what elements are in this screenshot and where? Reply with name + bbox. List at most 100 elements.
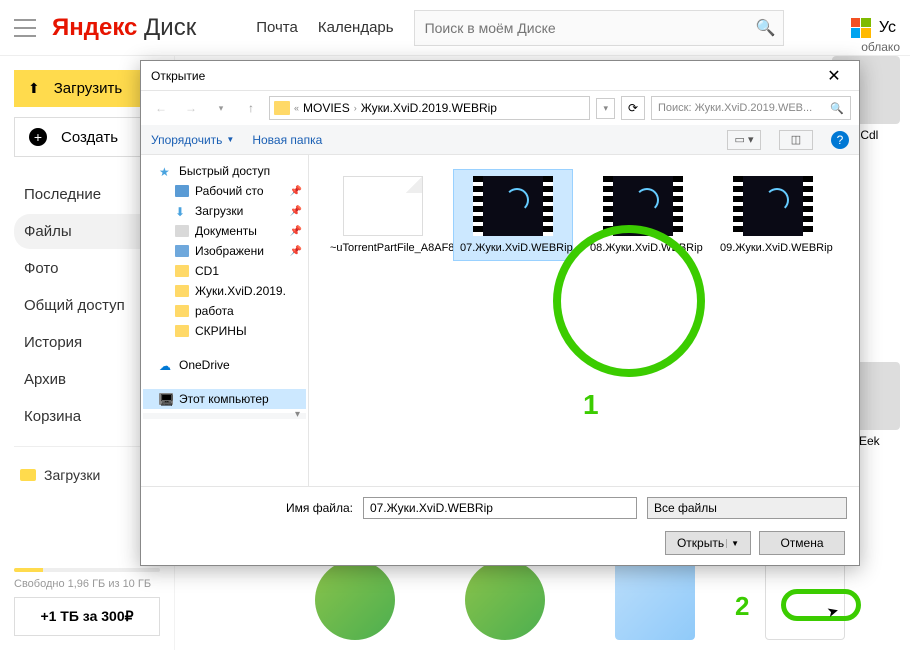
- breadcrumb-chevron-icon[interactable]: ▾: [596, 98, 615, 119]
- organize-label: Упорядочить: [151, 133, 222, 147]
- tree-label: CD1: [195, 264, 219, 278]
- nav-calendar[interactable]: Календарь: [318, 19, 394, 36]
- dialog-nav: ← → ▾ ↑ « MOVIES › Жуки.XviD.2019.WEBRip…: [141, 91, 859, 125]
- file-thumb[interactable]: [765, 560, 845, 640]
- storage-text: Свободно 1,96 ГБ из 10 ГБ: [14, 578, 160, 590]
- folder-icon: [175, 325, 189, 337]
- sidebar-item[interactable]: Последние: [14, 177, 160, 212]
- search-icon[interactable]: 🔍: [756, 18, 776, 38]
- tree-label: Жуки.XviD.2019.: [195, 284, 286, 298]
- create-label: Создать: [61, 129, 118, 146]
- tree-label: Документы: [195, 224, 257, 238]
- logo-product: Диск: [137, 14, 196, 41]
- dat-icon: [343, 176, 423, 236]
- upload-button[interactable]: ⬆ Загрузить: [14, 70, 160, 107]
- breadcrumb-item[interactable]: MOVIES: [303, 101, 350, 115]
- search-placeholder: Поиск: Жуки.XviD.2019.WEB...: [658, 102, 812, 114]
- logo[interactable]: Яндекс Диск: [52, 14, 196, 42]
- sidebar-item[interactable]: Корзина: [14, 399, 160, 434]
- file-name: 07.Жуки.XviD.WEBRip: [460, 242, 566, 254]
- nav-mail[interactable]: Почта: [256, 19, 298, 36]
- install-text: Ус: [879, 19, 896, 37]
- video-icon: [473, 176, 553, 236]
- dialog-footer: Имя файла: Открыть ▼ Отмена: [141, 486, 859, 565]
- open-button[interactable]: Открыть ▼: [665, 531, 751, 555]
- filename-input[interactable]: [363, 497, 637, 519]
- up-icon[interactable]: ↑: [239, 96, 263, 120]
- forward-icon[interactable]: →: [179, 96, 203, 120]
- dropdown-split-icon[interactable]: ▼: [726, 539, 739, 548]
- file-item[interactable]: 08.Жуки.XviD.WEBRip: [583, 169, 703, 261]
- help-icon[interactable]: ?: [831, 131, 849, 149]
- file-item[interactable]: ~uTorrentPartFile_A8AF8800.dat: [323, 169, 443, 261]
- create-button[interactable]: + Создать: [14, 117, 160, 157]
- down-icon: ⬇: [175, 205, 189, 217]
- file-open-dialog: Открытие ✕ ← → ▾ ↑ « MOVIES › Жуки.XviD.…: [140, 60, 860, 566]
- filetype-select[interactable]: [647, 497, 847, 519]
- filename-label: Имя файла:: [153, 501, 353, 515]
- file-name: 09.Жуки.XviD.WEBRip: [720, 242, 826, 254]
- tree-item[interactable]: СКРИНЫ: [143, 321, 306, 341]
- tree-item[interactable]: Документы📌: [143, 221, 306, 241]
- file-thumb[interactable]: [465, 560, 545, 640]
- sidebar-item[interactable]: Архив: [14, 362, 160, 397]
- cancel-button[interactable]: Отмена: [759, 531, 845, 555]
- folder-icon: [175, 285, 189, 297]
- tree-item[interactable]: ⬇Загрузки📌: [143, 201, 306, 221]
- file-thumb[interactable]: [615, 560, 695, 640]
- refresh-icon[interactable]: ⟳: [621, 96, 645, 120]
- annotation-number-1: 1: [583, 389, 599, 421]
- preview-pane-button[interactable]: ◫: [779, 130, 813, 150]
- tree-item[interactable]: Изображени📌: [143, 241, 306, 261]
- tree-label: СКРИНЫ: [195, 324, 247, 338]
- back-icon[interactable]: ←: [149, 96, 173, 120]
- sidebar-nav: ПоследниеФайлыФотоОбщий доступИсторияАрх…: [14, 177, 160, 434]
- pc-icon: 🖥: [159, 393, 173, 405]
- organize-button[interactable]: Упорядочить ▼: [151, 133, 234, 147]
- file-name: ~uTorrentPartFile_A8AF8800.dat: [330, 242, 436, 254]
- file-thumb[interactable]: [315, 560, 395, 640]
- progress-bar: [14, 568, 160, 572]
- file-name: 08.Жуки.XviD.WEBRip: [590, 242, 696, 254]
- hamburger-icon[interactable]: [14, 19, 36, 37]
- sidebar-folder-downloads[interactable]: Загрузки: [14, 459, 160, 491]
- tree-splitter[interactable]: [143, 413, 306, 419]
- view-mode-button[interactable]: ▭ ▾: [727, 130, 761, 150]
- desktop-icon: [175, 185, 189, 197]
- sidebar-item[interactable]: Файлы: [14, 214, 160, 249]
- chevron-icon: «: [294, 103, 299, 113]
- sidebar-item[interactable]: Фото: [14, 251, 160, 286]
- dialog-title: Открытие: [151, 69, 205, 83]
- folder-icon: [274, 101, 290, 115]
- tree-item[interactable]: 🖥Этот компьютер: [143, 389, 306, 409]
- pic-icon: [175, 245, 189, 257]
- new-folder-button[interactable]: Новая папка: [252, 133, 322, 147]
- tree-label: Загрузки: [195, 204, 243, 218]
- dialog-toolbar: Упорядочить ▼ Новая папка ▭ ▾ ◫ ?: [141, 125, 859, 155]
- file-item[interactable]: 07.Жуки.XviD.WEBRip: [453, 169, 573, 261]
- logo-brand: Яндекс: [52, 14, 137, 41]
- tree-item[interactable]: работа: [143, 301, 306, 321]
- breadcrumb-item[interactable]: Жуки.XviD.2019.WEBRip: [361, 101, 497, 115]
- tree-item[interactable]: ★Быстрый доступ: [143, 161, 306, 181]
- folder-label: Загрузки: [44, 467, 100, 483]
- dialog-search-input[interactable]: Поиск: Жуки.XviD.2019.WEB... 🔍: [651, 96, 851, 120]
- file-item[interactable]: 09.Жуки.XviD.WEBRip: [713, 169, 833, 261]
- cloud-tag: облако: [861, 40, 900, 54]
- tree-item[interactable]: Жуки.XviD.2019.: [143, 281, 306, 301]
- search-input[interactable]: [414, 10, 784, 46]
- tree-item[interactable]: ☁OneDrive: [143, 355, 306, 375]
- file-row: [315, 560, 910, 640]
- tree-item[interactable]: Рабочий сто📌: [143, 181, 306, 201]
- close-icon[interactable]: ✕: [819, 61, 849, 91]
- sidebar-item[interactable]: История: [14, 325, 160, 360]
- breadcrumb[interactable]: « MOVIES › Жуки.XviD.2019.WEBRip: [269, 96, 590, 120]
- recent-dropdown-icon[interactable]: ▾: [209, 96, 233, 120]
- upgrade-button[interactable]: +1 ТБ за 300₽: [14, 597, 160, 636]
- tree-label: OneDrive: [179, 358, 230, 372]
- tree-label: Изображени: [195, 244, 264, 258]
- upload-label: Загрузить: [54, 80, 123, 97]
- sidebar-item[interactable]: Общий доступ: [14, 288, 160, 323]
- tree-item[interactable]: CD1: [143, 261, 306, 281]
- storage-indicator: Свободно 1,96 ГБ из 10 ГБ: [14, 568, 160, 590]
